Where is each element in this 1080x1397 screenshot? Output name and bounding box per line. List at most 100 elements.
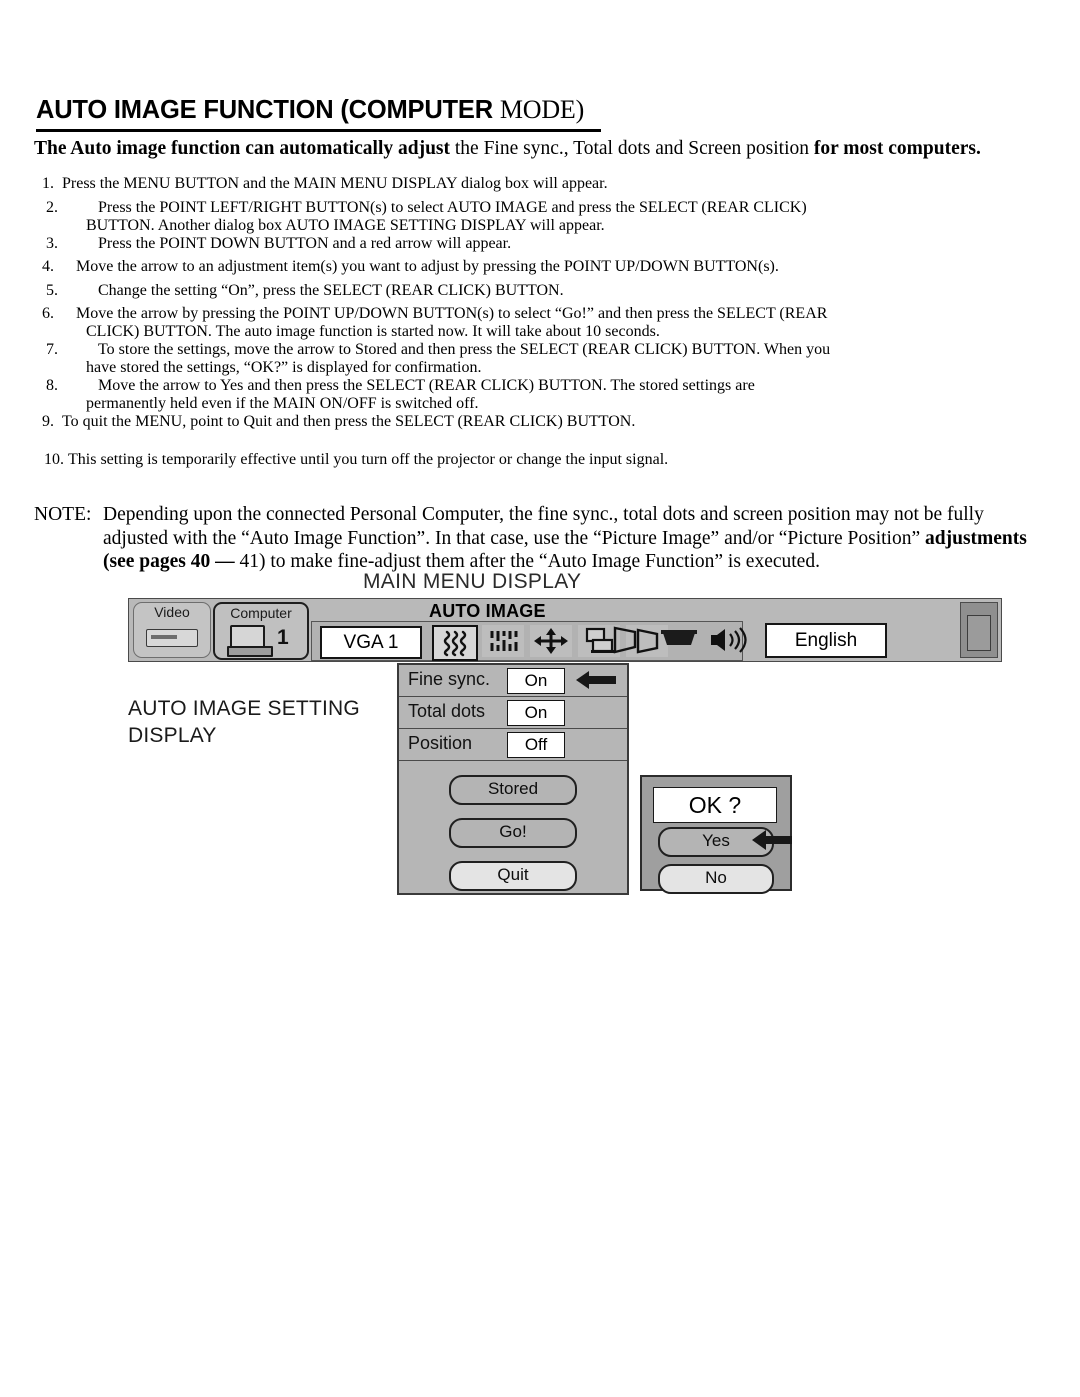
source-label-computer: Computer <box>230 605 292 621</box>
ok-prompt-box: OK ? <box>653 787 777 823</box>
list-item: 9. To quit the MENU, point to Quit and t… <box>34 413 1048 437</box>
setting-row-fine-sync: Fine sync. On <box>399 665 627 697</box>
list-item-number: 10. <box>44 450 64 468</box>
source-button-video[interactable]: Video <box>133 602 211 658</box>
list-item: 1. Press the MENU BUTTON and the MAIN ME… <box>34 175 1048 199</box>
stored-button[interactable]: Stored <box>449 775 577 805</box>
subtitle-plain: the Fine sync., Total dots and Screen po… <box>454 138 814 159</box>
list-item-number: 6. <box>42 305 54 323</box>
setting-label-total-dots: Total dots <box>408 701 486 721</box>
list-item-text: Change the setting “On”, press the SELEC… <box>98 281 564 299</box>
source-label-video: Video <box>154 604 190 620</box>
go-button[interactable]: Go! <box>449 818 577 848</box>
setting-label-position: Position <box>408 733 473 753</box>
list-item: 4. Move the arrow to an adjustment item(… <box>34 258 1048 282</box>
setting-value-text-fine-sync: On <box>524 671 548 690</box>
list-item-text-cont: CLICK) BUTTON. The auto image function i… <box>86 323 660 341</box>
subtitle-bold-tail: for most computers. <box>813 138 981 159</box>
list-item-text-cont: BUTTON. Another dialog box AUTO IMAGE SE… <box>86 216 605 234</box>
language-value-text: English <box>794 630 858 651</box>
video-device-icon <box>146 629 198 647</box>
instruction-list: 1. Press the MENU BUTTON and the MAIN ME… <box>34 175 1048 475</box>
list-item-text: Press the POINT DOWN BUTTON and a red ar… <box>98 234 512 252</box>
no-button[interactable]: No <box>658 864 774 894</box>
page-title: AUTO IMAGE FUNCTION (COMPUTER MODE) <box>36 95 584 125</box>
setting-value-fine-sync[interactable]: On <box>507 668 565 694</box>
figure-projector-menus: MAIN MENU DISPLAY Video Computer 1 AUTO … <box>0 565 1080 905</box>
document-page: AUTO IMAGE FUNCTION (COMPUTER MODE) The … <box>0 0 1080 1397</box>
page-title-mode: MODE) <box>499 95 585 124</box>
list-item-text: This setting is temporarily effective un… <box>68 450 669 468</box>
list-item-number: 3. <box>46 234 58 252</box>
note-line-2-plain: adjusted with the “Auto Image Function”.… <box>103 527 926 549</box>
list-item: 2. Press the POINT LEFT/RIGHT BUTTON(s) … <box>34 199 1048 235</box>
ok-prompt-text: OK ? <box>688 792 742 818</box>
list-item-text: Move the arrow by pressing the POINT UP/… <box>76 305 828 323</box>
main-menu-bar: Video Computer 1 AUTO IMAGE VGA 1 Englis… <box>128 598 1002 662</box>
title-underline <box>36 129 601 132</box>
list-item-text: Press the POINT LEFT/RIGHT BUTTON(s) to … <box>98 198 807 216</box>
fine-sync-icon[interactable] <box>432 625 478 661</box>
list-item: 7. To store the settings, move the arrow… <box>34 341 1048 377</box>
list-item-text: Press the MENU BUTTON and the MAIN MENU … <box>62 175 608 192</box>
list-item-text: Move the arrow to Yes and then press the… <box>98 377 755 395</box>
list-item-number: 2. <box>46 198 58 216</box>
list-item-text: Move the arrow to an adjustment item(s) … <box>76 258 779 276</box>
list-item-text-cont: permanently held even if the MAIN ON/OFF… <box>86 395 479 413</box>
note-line-1: Depending upon the connected Personal Co… <box>103 504 984 525</box>
picture-screen-icon[interactable] <box>657 625 701 655</box>
position-icon[interactable] <box>530 625 572 657</box>
quit-button[interactable]: Quit <box>449 861 577 891</box>
screen-keystone-icon[interactable] <box>609 625 643 655</box>
list-item-text-cont: have stored the settings, “OK?” is displ… <box>86 359 482 377</box>
computer-number: 1 <box>277 626 289 649</box>
setting-value-text-position: Off <box>524 735 548 754</box>
list-item-number: 8. <box>46 377 58 395</box>
red-arrow-pointer-yes <box>750 828 794 852</box>
setting-label-fine-sync: Fine sync. <box>408 669 491 689</box>
figure-label-auto-image-setting: AUTO IMAGE SETTING DISPLAY <box>128 695 360 749</box>
subtitle: The Auto image function can automaticall… <box>34 137 1046 161</box>
setting-value-total-dots[interactable]: On <box>507 700 565 726</box>
note-label: NOTE: <box>34 504 92 525</box>
list-item-number: 5. <box>46 281 58 299</box>
computer-laptop-icon <box>227 625 273 657</box>
setting-value-position[interactable]: Off <box>507 732 565 758</box>
list-item: 10. This setting is temporarily effectiv… <box>34 451 1048 475</box>
list-item-number: 9. <box>42 413 54 431</box>
source-value-text: VGA 1 <box>343 632 399 653</box>
auto-image-setting-panel: Fine sync. On Total dots On Position Off… <box>397 663 629 895</box>
note-line-2-bold: adjustments <box>925 527 1027 549</box>
menu-bar-title: AUTO IMAGE <box>429 601 546 621</box>
source-value-box[interactable]: VGA 1 <box>320 626 422 659</box>
ok-confirmation-dialog: OK ? Yes No <box>640 775 794 894</box>
stored-button-label: Stored <box>487 779 539 798</box>
list-item: 8. Move the arrow to Yes and then press … <box>34 377 1048 413</box>
note-block: NOTE: Depending upon the connected Perso… <box>34 503 1048 574</box>
list-item-number: 4. <box>42 258 54 276</box>
list-item: 3. Press the POINT DOWN BUTTON and a red… <box>34 235 1048 259</box>
volume-icon[interactable] <box>707 625 753 655</box>
list-item: 6. Move the arrow by pressing the POINT … <box>34 305 1048 341</box>
list-item-text: To store the settings, move the arrow to… <box>98 341 831 359</box>
note-line-2: adjusted with the “Auto Image Function”.… <box>34 527 1048 551</box>
red-arrow-pointer-fine-sync <box>574 669 618 691</box>
menu-bar-right-button[interactable] <box>960 602 998 658</box>
figure-label-line-2: DISPLAY <box>128 724 217 747</box>
go-button-label: Go! <box>499 822 527 841</box>
total-dots-icon[interactable] <box>482 625 524 657</box>
setting-value-text-total-dots: On <box>524 703 548 722</box>
setting-row-position: Position Off <box>399 729 627 761</box>
figure-label-line-1: AUTO IMAGE SETTING <box>128 697 360 720</box>
list-item-number: 7. <box>46 341 58 359</box>
setting-row-total-dots: Total dots On <box>399 697 627 729</box>
list-item-text: To quit the MENU, point to Quit and then… <box>62 413 636 431</box>
no-button-label: No <box>705 868 727 887</box>
source-button-computer[interactable]: Computer 1 <box>213 602 309 660</box>
list-item-number: 1. <box>42 175 54 192</box>
subtitle-bold-lead: The Auto image function can automaticall… <box>34 138 455 159</box>
language-value-box[interactable]: English <box>765 623 887 658</box>
list-item: 5. Change the setting “On”, press the SE… <box>34 282 1048 306</box>
setting-panel-buttons: Stored Go! Quit <box>399 761 627 891</box>
page-title-main: AUTO IMAGE FUNCTION (COMPUTER <box>36 96 500 124</box>
